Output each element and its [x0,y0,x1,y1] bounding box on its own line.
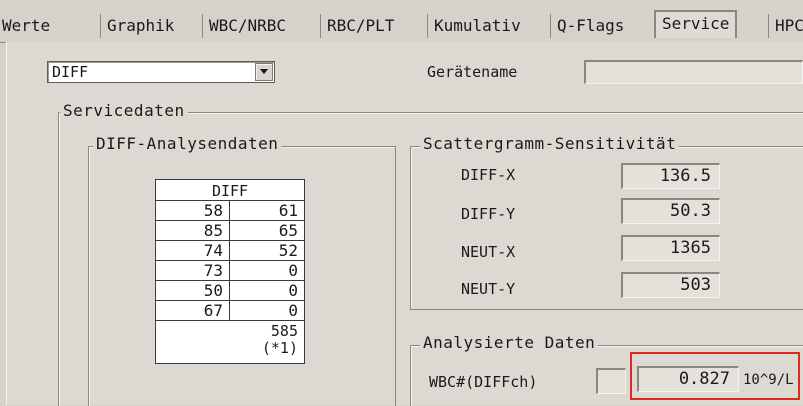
tab-service[interactable]: Service [654,10,738,38]
table-row: 73 0 [156,261,304,281]
tab-q-flags[interactable]: Q-Flags [550,14,624,38]
tab-rbc-plt[interactable]: RBC/PLT [320,14,394,38]
table-cell: 58 [156,201,230,220]
analyzed-data-title: Analysierte Daten [420,333,599,352]
table-row: 74 52 [156,241,304,261]
table-row: 67 0 [156,301,304,321]
service-data-title: Servicedaten [60,101,188,120]
tab-wbc-nrbc[interactable]: WBC/NRBC [202,14,286,38]
table-cell: 61 [278,201,298,220]
diff-table: DIFF 58 61 85 65 74 52 73 0 50 0 67 0 58… [155,179,305,364]
wbc-diffch-label: WBC#(DIFFch) [429,373,538,391]
table-row: 85 65 [156,221,304,241]
neut-x-label: NEUT-X [461,243,516,261]
mode-select[interactable]: DIFF [47,61,275,83]
tab-hpc[interactable]: HPC [768,14,803,38]
diff-x-value: 136.5 [621,163,720,189]
mode-select-value: DIFF [52,63,89,81]
table-cell: 52 [278,241,298,260]
diff-total-note: (*1) [261,339,298,357]
neut-y-value: 503 [621,272,720,298]
table-row: 58 61 [156,201,304,221]
diff-y-value: 50.3 [621,198,720,224]
diff-analysis-title: DIFF-Analysendaten [93,134,282,153]
table-cell: 0 [288,261,298,280]
table-cell: 67 [156,301,230,320]
table-cell: 0 [288,281,298,300]
wbc-flag-field [596,368,626,394]
table-cell: 73 [156,261,230,280]
tab-kumulativ[interactable]: Kumulativ [427,14,521,38]
diff-table-total-cell: 585 (*1) [156,321,304,363]
diff-table-header: DIFF [156,180,304,201]
device-name-label: Gerätename [427,63,518,81]
tab-bar: Werte Graphik WBC/NRBC RBC/PLT Kumulativ… [0,0,803,43]
table-cell: 65 [278,221,298,240]
table-cell: 74 [156,241,230,260]
table-cell: 0 [288,301,298,320]
table-cell: 85 [156,221,230,240]
tab-graphik[interactable]: Graphik [100,14,174,38]
tab-werte[interactable]: Werte [2,14,50,38]
scatter-sensitivity-title: Scattergramm-Sensitivität [420,134,680,153]
neut-x-value: 1365 [621,235,720,261]
neut-y-label: NEUT-Y [461,280,516,298]
chevron-down-icon[interactable] [255,63,273,81]
table-row: 50 0 [156,281,304,301]
diff-x-label: DIFF-X [461,166,516,184]
table-cell: 50 [156,281,230,300]
diff-total-value: 585 [270,322,298,340]
device-name-field [584,60,803,84]
highlight-box [630,352,800,400]
diff-y-label: DIFF-Y [461,205,516,223]
